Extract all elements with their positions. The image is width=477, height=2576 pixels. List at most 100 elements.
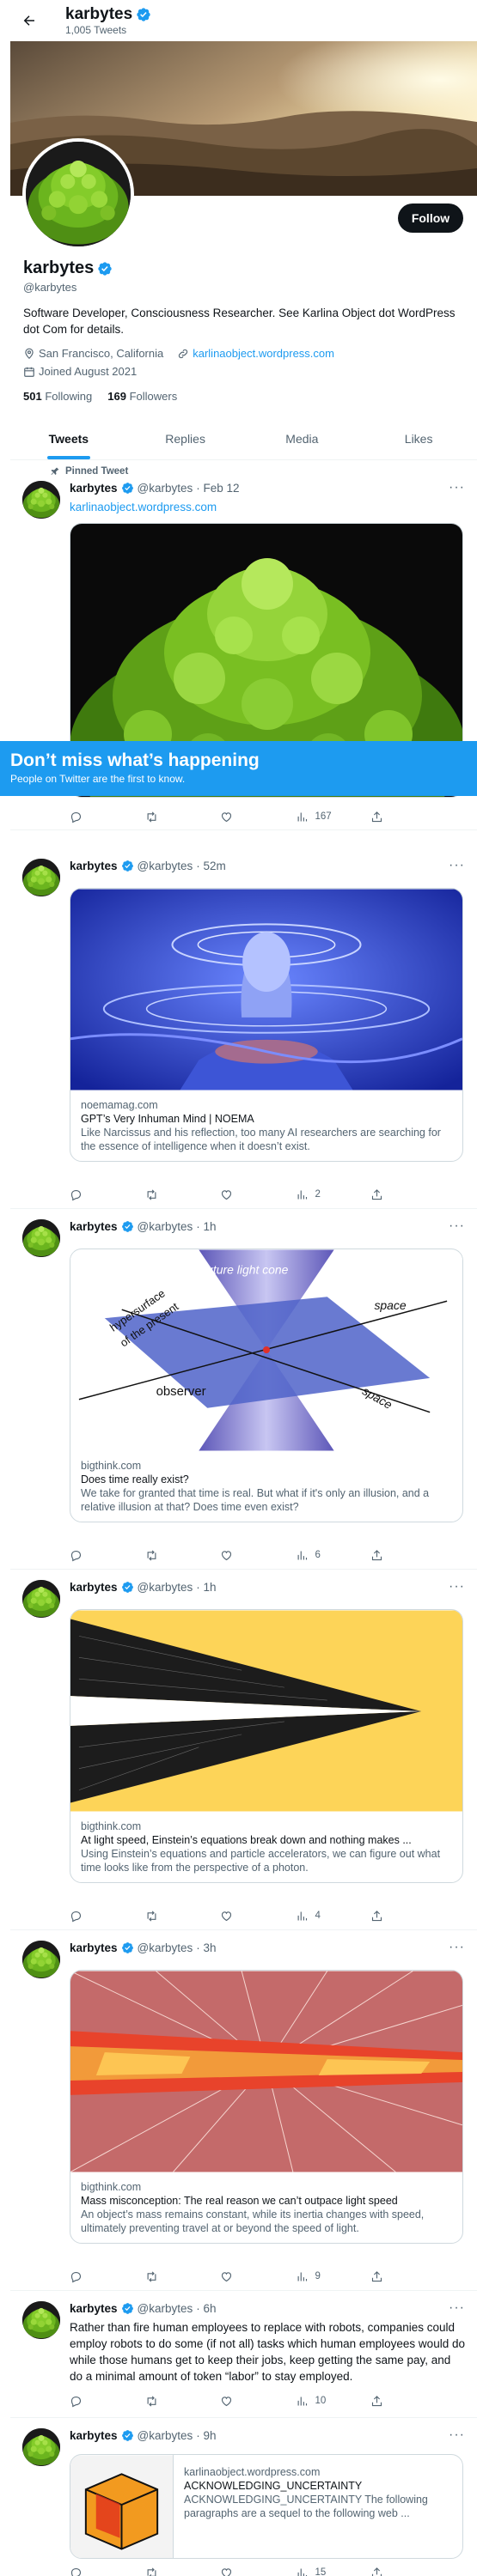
tweet-author-name[interactable]: karbytes [70,2302,118,2315]
tweet-author-name[interactable]: karbytes [70,2429,118,2442]
share-button[interactable] [370,811,413,823]
tweet-timestamp[interactable]: · 1h [196,1220,216,1233]
share-button[interactable] [370,1188,413,1201]
tweet-author-handle[interactable]: @karbytes [138,1941,193,1954]
tweet-actions: 15 [70,2564,413,2576]
link-card[interactable]: bigthink.com At light speed, Einstein’s … [70,1609,463,1883]
reply-button[interactable] [70,2270,113,2283]
back-arrow-icon[interactable] [12,3,46,38]
retweet-button[interactable] [145,2270,188,2283]
retweet-button[interactable] [145,1910,188,1923]
views-button[interactable]: 10 [296,2395,339,2408]
tweet[interactable]: karbytes @karbytes · 52m ··· noemamag.com … [10,848,477,1209]
tweet-avatar[interactable] [22,1941,60,1978]
link-card[interactable]: karlinaobject.wordpress.com ACKNOWLEDGIN… [70,2454,463,2559]
tweet-author-name[interactable]: karbytes [70,860,118,872]
tweet-timestamp[interactable]: · 9h [196,2429,216,2442]
followers-link[interactable]: 169 Followers [107,390,177,403]
tweet-timestamp[interactable]: · 52m [196,860,226,872]
profile-avatar[interactable] [22,138,134,250]
tweet-timestamp[interactable]: · 3h [196,1941,216,1954]
tab-tweets[interactable]: Tweets [10,417,127,459]
share-button[interactable] [370,1549,413,1562]
retweet-button[interactable] [145,2395,188,2408]
tweet-avatar[interactable] [22,2301,60,2339]
link-card[interactable]: noemamag.com GPT’s Very Inhuman Mind | N… [70,888,463,1162]
views-button[interactable]: 6 [296,1549,339,1562]
retweet-button[interactable] [145,1549,188,1562]
reply-button[interactable] [70,1910,113,1923]
signup-banner-subtitle: People on Twitter are the first to know. [10,773,186,785]
share-button[interactable] [370,2395,413,2408]
like-button[interactable] [220,1910,263,1923]
more-icon[interactable]: ··· [449,480,465,495]
tweet[interactable]: karbytes @karbytes · 6h ··· Rather than fi… [10,2291,477,2418]
reply-button[interactable] [70,811,113,823]
retweet-icon [145,1910,158,1923]
tweet-timestamp[interactable]: · Feb 12 [196,482,239,495]
tweet-author-name[interactable]: karbytes [70,1581,118,1594]
tab-media[interactable]: Media [244,417,361,459]
reply-button[interactable] [70,2567,113,2576]
tweet[interactable]: karbytes @karbytes · 1h ··· bigthink.com A… [10,1570,477,1930]
more-icon[interactable]: ··· [449,1579,465,1595]
tweet-author-name[interactable]: karbytes [70,1941,118,1954]
tweet-author-handle[interactable]: @karbytes [138,1581,193,1594]
tweet-avatar[interactable] [22,2428,60,2466]
share-button[interactable] [370,2567,413,2576]
more-icon[interactable]: ··· [449,858,465,873]
like-button[interactable] [220,2395,263,2408]
tweet[interactable]: karbytes @karbytes · 9h ··· karlinaobject.… [10,2418,477,2576]
views-icon [296,2395,309,2408]
link-card[interactable]: bigthink.com Mass misconception: The rea… [70,1970,463,2244]
tweet-avatar[interactable] [22,859,60,896]
more-icon[interactable]: ··· [449,1218,465,1234]
signup-banner[interactable]: Don’t miss what’s happening People on Tw… [0,741,477,796]
following-link[interactable]: 501 Following [23,390,92,403]
views-button[interactable]: 9 [296,2270,339,2283]
more-icon[interactable]: ··· [449,2427,465,2443]
reply-button[interactable] [70,1188,113,1201]
like-button[interactable] [220,811,263,823]
tweet-author-handle[interactable]: @karbytes [138,1220,193,1233]
retweet-button[interactable] [145,2567,188,2576]
tweet-author-name[interactable]: karbytes [70,482,118,495]
tweet-author-name[interactable]: karbytes [70,1220,118,1233]
tweet[interactable]: karbytes @karbytes · 3h ··· bigthink.com M… [10,1930,477,2291]
like-button[interactable] [220,2567,263,2576]
like-button[interactable] [220,1188,263,1201]
tweet-link[interactable]: karlinaobject.wordpress.com [70,499,465,515]
more-icon[interactable]: ··· [449,2300,465,2316]
retweet-button[interactable] [145,811,188,823]
tweet-timestamp[interactable]: · 6h [196,2302,216,2315]
profile-header-bar: karbytes 1,005 Tweets [0,0,477,41]
tweet-timestamp[interactable]: · 1h [196,1581,216,1594]
tweet-avatar[interactable] [22,481,60,519]
tweet-avatar[interactable] [22,1580,60,1618]
tab-replies[interactable]: Replies [127,417,244,459]
views-button[interactable]: 4 [296,1910,339,1923]
views-button[interactable]: 167 [296,811,339,823]
signup-banner-title: Don’t miss what’s happening [10,750,260,770]
retweet-button[interactable] [145,1188,188,1201]
reply-button[interactable] [70,2395,113,2408]
tweet-author-handle[interactable]: @karbytes [138,860,193,872]
share-button[interactable] [370,1910,413,1923]
profile-website-link[interactable]: karlinaobject.wordpress.com [193,347,334,360]
follow-button[interactable]: Follow [398,204,463,233]
like-button[interactable] [220,1549,263,1562]
tweet-author-handle[interactable]: @karbytes [138,2429,193,2442]
like-button[interactable] [220,2270,263,2283]
reply-button[interactable] [70,1549,113,1562]
share-button[interactable] [370,2270,413,2283]
tweet[interactable]: karbytes @karbytes · 1h ··· future light c… [10,1209,477,1570]
link-card[interactable]: future light cone hypersurface of the pr… [70,1249,463,1522]
verified-badge-icon [121,482,134,495]
more-icon[interactable]: ··· [449,1940,465,1955]
views-button[interactable]: 15 [296,2567,339,2576]
tab-likes[interactable]: Likes [360,417,477,459]
tweet-author-handle[interactable]: @karbytes [138,2302,193,2315]
tweet-avatar[interactable] [22,1219,60,1257]
tweet-author-handle[interactable]: @karbytes [138,482,193,495]
views-button[interactable]: 2 [296,1188,339,1201]
